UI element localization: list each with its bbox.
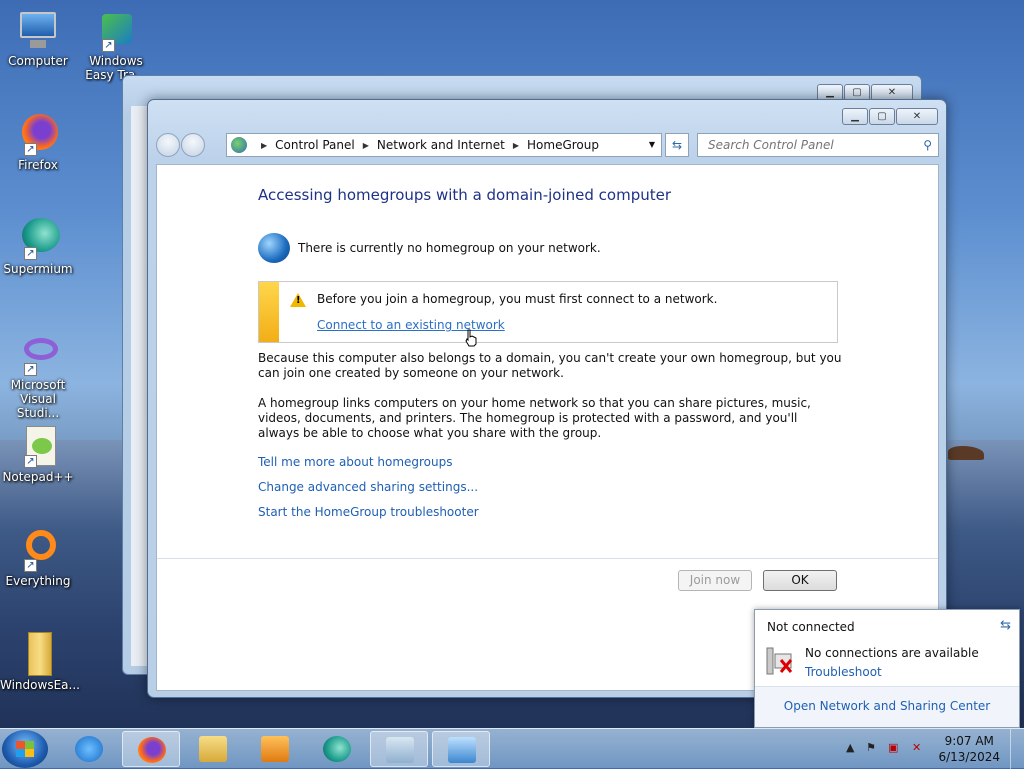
maximize-button[interactable]: ▢ (869, 108, 895, 125)
taskbar-media-player[interactable] (246, 731, 304, 767)
breadcrumb-homegroup[interactable]: HomeGroup (527, 138, 599, 152)
homegroup-icon (258, 233, 290, 263)
internet-explorer-icon (75, 736, 103, 762)
device-icon (386, 737, 414, 763)
join-now-button[interactable]: Join now (678, 570, 752, 591)
warning-bar (259, 282, 279, 342)
volume-muted-icon[interactable]: ✕ (912, 741, 921, 754)
clock[interactable]: 9:07 AM 6/13/2024 (938, 733, 1000, 765)
action-center-flag-icon[interactable]: ⚑ (866, 741, 876, 754)
show-desktop-button[interactable] (1010, 729, 1024, 769)
taskbar-explorer[interactable] (184, 731, 242, 767)
minimize-button[interactable]: ▁ (842, 108, 868, 125)
window-caption-buttons: ▁ ▢ ✕ (841, 108, 938, 125)
breadcrumb-separator-icon: ▶ (362, 140, 369, 150)
refresh-button[interactable]: ⇆ (665, 133, 689, 157)
control-panel-icon (448, 737, 476, 763)
desktop-icon-label: Supermium (3, 262, 73, 276)
chevron-down-icon[interactable]: ▼ (649, 140, 655, 149)
shortcut-arrow-icon: ↗ (24, 455, 37, 468)
desktop-icon-label: WindowsEa... (0, 678, 80, 692)
flyout-title: Not connected (767, 620, 855, 634)
navigation-bar: ▶ Control Panel ▶ Network and Internet ▶… (156, 132, 939, 158)
network-flyout: Not connected ⇆ No connections are avail… (754, 609, 1020, 728)
explorer-icon (199, 736, 227, 762)
shortcut-arrow-icon: ↗ (102, 39, 115, 52)
clock-date: 6/13/2024 (938, 750, 1000, 764)
folder-icon (16, 632, 60, 676)
ok-button[interactable]: OK (763, 570, 837, 591)
desktop-icon-easy-transfer[interactable]: ↗ Windows Easy Tra... (78, 8, 154, 82)
notepadpp-icon: ↗ (16, 424, 60, 468)
everything-icon: ↗ (16, 528, 60, 572)
supermium-icon (323, 736, 351, 762)
desktop-icon-visual-studio[interactable]: ↗ Microsoft Visual Studi... (0, 332, 76, 420)
desktop-icon-folder[interactable]: WindowsEa... (0, 632, 80, 692)
taskbar-control-panel[interactable] (432, 731, 490, 767)
taskbar-firefox[interactable] (122, 731, 180, 767)
desktop-icon-supermium[interactable]: ↗ Supermium (0, 216, 76, 276)
search-icon[interactable]: ⚲ (923, 138, 932, 152)
desktop-icon-label: Computer (8, 54, 68, 68)
start-button[interactable] (2, 730, 48, 768)
domain-paragraph: Because this computer also belongs to a … (258, 351, 842, 380)
status-text: There is currently no homegroup on your … (298, 241, 601, 255)
breadcrumb-separator-icon: ▶ (261, 140, 268, 150)
desktop-icon-label: Notepad++ (2, 470, 74, 484)
easy-transfer-icon: ↗ (94, 8, 138, 52)
troubleshoot-link[interactable]: Troubleshoot (805, 665, 882, 679)
computer-icon (16, 8, 60, 52)
close-button[interactable]: ✕ (896, 108, 938, 125)
flyout-footer: Open Network and Sharing Center (755, 686, 1019, 727)
link-tell-me-more[interactable]: Tell me more about homegroups (258, 455, 453, 469)
clock-time: 9:07 AM (944, 734, 994, 748)
desktop-icon-label: Everything (5, 574, 71, 588)
search-box[interactable]: ⚲ (697, 133, 939, 157)
taskbar-device[interactable] (370, 731, 428, 767)
taskbar-supermium[interactable] (308, 731, 366, 767)
shortcut-arrow-icon: ↗ (24, 559, 37, 572)
refresh-icon[interactable]: ⇆ (1000, 618, 1011, 633)
link-advanced-sharing[interactable]: Change advanced sharing settings... (258, 480, 478, 494)
link-troubleshooter[interactable]: Start the HomeGroup troubleshooter (258, 505, 479, 519)
desktop-rock (948, 446, 984, 460)
desktop-icon-label: Microsoft Visual Studi... (10, 378, 66, 420)
forward-button[interactable] (181, 133, 205, 157)
warning-icon (290, 293, 306, 307)
firefox-icon: ↗ (16, 112, 60, 156)
no-connections-text: No connections are available (805, 646, 979, 660)
no-network-icon (766, 647, 793, 675)
address-bar[interactable]: ▶ Control Panel ▶ Network and Internet ▶… (226, 133, 662, 157)
breadcrumb-separator-icon: ▶ (512, 140, 520, 150)
network-icon[interactable]: ▣ (888, 741, 898, 754)
firefox-icon (138, 737, 166, 763)
open-network-center-link[interactable]: Open Network and Sharing Center (755, 699, 1019, 713)
control-panel-icon (231, 137, 247, 153)
breadcrumb-network-and-internet[interactable]: Network and Internet (377, 138, 505, 152)
desktop-icon-label: Firefox (18, 158, 58, 172)
system-tray: ▲ ⚑ ▣ ✕ 9:07 AM 6/13/2024 (824, 729, 1024, 769)
desktop-icon-everything[interactable]: ↗ Everything (0, 528, 76, 588)
warning-box: Before you join a homegroup, you must fi… (258, 281, 838, 343)
taskbar: ▲ ⚑ ▣ ✕ 9:07 AM 6/13/2024 (0, 728, 1024, 769)
homegroup-description: A homegroup links computers on your home… (258, 396, 811, 440)
taskbar-internet-explorer[interactable] (60, 731, 118, 767)
supermium-icon: ↗ (16, 216, 60, 260)
desktop-icon-computer[interactable]: Computer (0, 8, 76, 68)
back-button[interactable] (156, 133, 180, 157)
visual-studio-icon: ↗ (16, 332, 60, 376)
desktop-icon-firefox[interactable]: ↗ Firefox (0, 112, 76, 172)
hand-cursor-icon (465, 329, 477, 347)
warning-text: Before you join a homegroup, you must fi… (317, 292, 718, 306)
shortcut-arrow-icon: ↗ (24, 143, 37, 156)
homegroup-status: There is currently no homegroup on your … (258, 233, 601, 263)
media-player-icon (261, 736, 289, 762)
search-input[interactable] (706, 137, 906, 153)
shortcut-arrow-icon: ↗ (24, 363, 37, 376)
page-title: Accessing homegroups with a domain-joine… (258, 186, 672, 204)
breadcrumb-control-panel[interactable]: Control Panel (275, 138, 355, 152)
shortcut-arrow-icon: ↗ (24, 247, 37, 260)
desktop-icon-notepadpp[interactable]: ↗ Notepad++ (0, 424, 76, 484)
show-hidden-icons-icon[interactable]: ▲ (846, 741, 854, 754)
